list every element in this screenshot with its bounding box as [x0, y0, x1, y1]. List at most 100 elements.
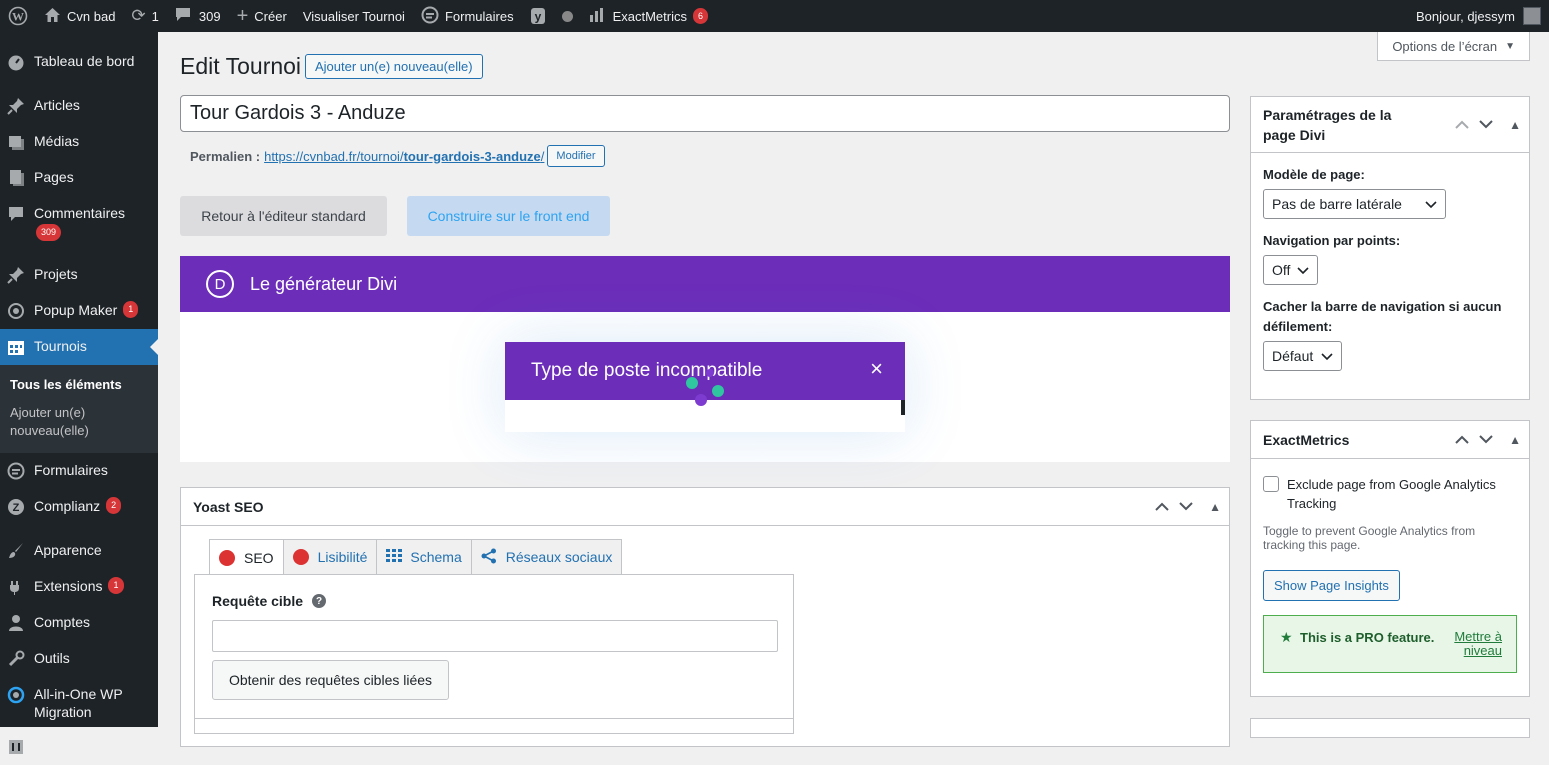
sidebar-item-projets[interactable]: Projets [0, 257, 158, 293]
pin-icon [6, 96, 26, 116]
settings-icon [6, 737, 26, 757]
tab-readability[interactable]: Lisibilité [282, 539, 378, 574]
forms-icon [6, 461, 26, 481]
yoast-seo-box: Yoast SEO ▲ SEO Lisibilité Schema Réseau… [180, 487, 1230, 747]
standard-editor-button[interactable]: Retour à l'éditeur standard [180, 196, 387, 236]
permalink: Permalien : https://cvnbad.fr/tournoi/to… [190, 145, 605, 167]
dot-navigation-select[interactable]: Off [1263, 255, 1318, 285]
exactmetrics-badge: 6 [692, 8, 708, 24]
brush-icon [6, 541, 26, 561]
modal-title: Type de poste incompatible [531, 360, 763, 381]
wordpress-logo-icon[interactable]: W [0, 0, 36, 32]
divi-header: D Le générateur Divi [180, 256, 1230, 312]
chevron-down-icon[interactable] [1179, 500, 1193, 514]
plugins-icon [6, 577, 26, 597]
exactmetrics-link[interactable]: ExactMetrics 6 [581, 0, 716, 32]
sidebar-item-complianz[interactable]: Z Complianz 2 [0, 489, 158, 525]
permalink-edit-button[interactable]: Modifier [547, 145, 605, 167]
toggle-panel-icon[interactable]: ▲ [1209, 500, 1221, 514]
exclude-tracking-label: Exclude page from Google Analytics Track… [1287, 477, 1496, 511]
chevron-up-icon[interactable] [1455, 433, 1469, 447]
create-new-link[interactable]: + Créer [229, 0, 295, 32]
site-name-link[interactable]: Cvn bad [36, 0, 123, 32]
sidebar-item-label: Outils [34, 650, 70, 666]
add-new-button[interactable]: Ajouter un(e) nouveau(elle) [305, 54, 483, 79]
users-icon [6, 613, 26, 633]
view-tournoi-link[interactable]: Visualiser Tournoi [295, 0, 413, 32]
help-icon[interactable]: ? [312, 594, 327, 608]
sidebar-item-extensions[interactable]: Extensions 1 [0, 569, 158, 605]
toggle-description: Toggle to prevent Google Analytics from … [1263, 524, 1476, 552]
popup-icon [6, 301, 26, 321]
toggle-panel-icon[interactable]: ▲ [1509, 433, 1521, 447]
toggle-panel-icon[interactable]: ▲ [1509, 118, 1521, 132]
sidebar-item-formulaires[interactable]: Formulaires [0, 453, 158, 489]
close-icon[interactable]: × [870, 358, 883, 380]
chevron-up-icon[interactable] [1455, 118, 1469, 132]
chevron-down-icon [1425, 196, 1437, 212]
hide-nav-label: Cacher la barre de navigation si aucun d… [1263, 299, 1502, 334]
comments-link[interactable]: 309 [167, 0, 229, 32]
updates-link[interactable]: ⟳ 1 [123, 0, 166, 32]
red-status-icon [292, 549, 309, 565]
forms-link[interactable]: Formulaires [413, 0, 522, 32]
sidebar-item-pages[interactable]: Pages [0, 160, 158, 196]
sidebar-item-reglages[interactable]: Réglages [0, 729, 158, 765]
tab-social[interactable]: Réseaux sociaux [470, 539, 623, 574]
sidebar-item-commentaires[interactable]: Commentaires 309 [0, 196, 158, 249]
chevron-up-icon[interactable] [1155, 500, 1169, 514]
related-keyphrases-button[interactable]: Obtenir des requêtes cibles liées [212, 660, 449, 700]
sidebar-item-outils[interactable]: Outils [0, 641, 158, 677]
chevron-down-icon [1321, 348, 1333, 364]
show-insights-button[interactable]: Show Page Insights [1263, 570, 1400, 601]
modal-header: Type de poste incompatible × [505, 342, 905, 400]
sidebar-item-medias[interactable]: Médias [0, 124, 158, 160]
hide-nav-select[interactable]: Défaut [1263, 341, 1342, 371]
submenu-add-new[interactable]: Ajouter un(e) nouveau(elle) [0, 399, 158, 445]
exclude-tracking-checkbox[interactable] [1263, 476, 1279, 492]
avatar [1523, 7, 1541, 25]
divi-logo-icon: D [206, 270, 234, 298]
permalink-link[interactable]: https://cvnbad.fr/tournoi/tour-gardois-3… [264, 149, 544, 164]
sidebar-item-tableau-de-bord[interactable]: Tableau de bord [0, 44, 158, 80]
pro-feature-text: This is a PRO feature. [1300, 630, 1435, 645]
sidebar-item-popup-maker[interactable]: Popup Maker 1 [0, 293, 158, 329]
next-metabox [1250, 718, 1530, 738]
pro-feature-notice: ★ This is a PRO feature. Mettre à niveau [1263, 615, 1517, 673]
sidebar-item-comptes[interactable]: Comptes [0, 605, 158, 641]
bar-chart-icon [589, 7, 605, 26]
scrollbar[interactable] [901, 400, 905, 415]
user-account-link[interactable]: Bonjour, djessym [1408, 0, 1549, 32]
tab-seo[interactable]: SEO [209, 539, 284, 575]
chevron-down-icon [1297, 262, 1309, 278]
divi-settings-header: Paramétrages de la page Divi ▲ [1251, 97, 1529, 153]
frontend-builder-button[interactable]: Construire sur le front end [407, 196, 610, 236]
tab-schema[interactable]: Schema [376, 539, 472, 574]
keyphrase-input[interactable] [212, 620, 778, 652]
comments-icon [175, 7, 191, 25]
upgrade-link[interactable]: Mettre à niveau [1446, 630, 1502, 658]
complianz-icon: Z [6, 497, 26, 517]
tournoi-submenu: Tous les éléments Ajouter un(e) nouveau(e… [0, 365, 158, 453]
pages-icon [6, 168, 26, 188]
post-title-input[interactable]: Tour Gardois 3 - Anduze [180, 95, 1230, 132]
screen-options-button[interactable]: Options de l’écran ▼ [1377, 32, 1530, 61]
sidebar-item-tournois[interactable]: Tournois [0, 329, 158, 365]
sidebar-item-apparence[interactable]: Apparence [0, 533, 158, 569]
yoast-header: Yoast SEO ▲ [181, 488, 1229, 526]
page-title: Edit Tournoi [180, 53, 302, 79]
svg-text:Z: Z [13, 502, 20, 514]
sidebar-item-articles[interactable]: Articles [0, 88, 158, 124]
sidebar-item-all-in-one-wp-migration[interactable]: All-in-One WP Migration [0, 677, 158, 729]
submenu-all-items[interactable]: Tous les éléments [0, 371, 158, 399]
star-icon: ★ [1280, 629, 1293, 645]
page-layout-select[interactable]: Pas de barre latérale [1263, 189, 1446, 219]
keyphrase-label: Requête cible ? [212, 593, 327, 609]
admin-bar: W Cvn bad ⟳ 1 309 + Créer Visualiser Tou… [0, 0, 1549, 32]
chevron-down-icon[interactable] [1479, 118, 1493, 132]
svg-text:y: y [534, 10, 541, 24]
chevron-down-icon[interactable] [1479, 433, 1493, 447]
seo-status-icon[interactable] [554, 0, 581, 32]
sidebar-item-label: Formulaires [34, 462, 108, 478]
yoast-icon[interactable]: y [522, 0, 554, 32]
